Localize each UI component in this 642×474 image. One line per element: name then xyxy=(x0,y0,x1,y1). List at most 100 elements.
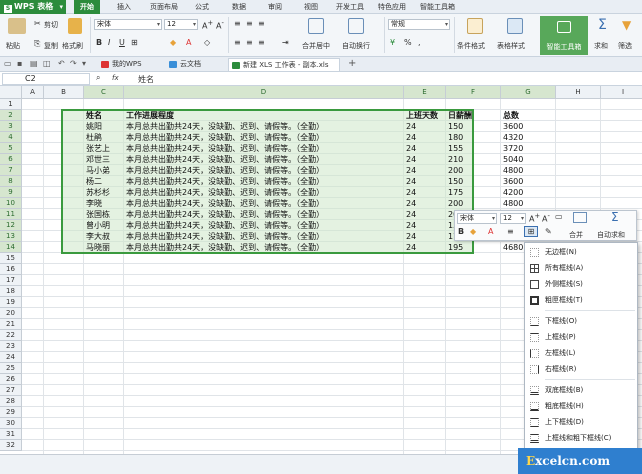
font-name-select[interactable]: 宋体 ▾ xyxy=(94,19,162,30)
row-header-6[interactable]: 6 xyxy=(0,154,22,165)
row-header-7[interactable]: 7 xyxy=(0,165,22,176)
row-header-11[interactable]: 11 xyxy=(0,209,22,220)
table-cell[interactable]: 曾小明 xyxy=(84,220,123,231)
table-cell[interactable]: 4320 xyxy=(501,132,555,143)
table-cell[interactable]: 200 xyxy=(446,198,500,209)
mini-font-color-icon[interactable]: A xyxy=(488,227,493,236)
format-painter-icon[interactable] xyxy=(68,18,82,34)
menu-item-thick-bottom-border[interactable]: 粗底框线(H) xyxy=(525,398,637,415)
table-cell[interactable]: 150 xyxy=(446,176,500,187)
wrap-text-icon[interactable] xyxy=(348,18,364,34)
table-cell[interactable]: 150 xyxy=(446,121,500,132)
table-cell[interactable]: 24 xyxy=(404,154,445,165)
mini-font-name-select[interactable]: 宋体 ▾ xyxy=(457,213,497,224)
percent-icon[interactable]: % xyxy=(404,38,412,47)
shrink-font-icon[interactable]: A- xyxy=(216,19,224,31)
row-header-21[interactable]: 21 xyxy=(0,319,22,330)
app-menu-button[interactable]: S WPS 表格 ▾ xyxy=(0,0,66,14)
row-header-18[interactable]: 18 xyxy=(0,286,22,297)
table-cell[interactable]: 3720 xyxy=(501,143,555,154)
table-cell[interactable]: 本月总共出勤共24天，没缺勤、迟到、请假等。（全勤） xyxy=(124,176,403,187)
mini-grow-font-icon[interactable]: A+ xyxy=(529,212,540,224)
smart-toolbox-button[interactable]: 智能工具箱 xyxy=(540,16,588,55)
preview-icon[interactable]: ◫ xyxy=(43,59,51,68)
menu-tab-smart-toolbox[interactable]: 智能工具箱 xyxy=(420,0,455,14)
row-header-27[interactable]: 27 xyxy=(0,385,22,396)
menu-item-top-thick-bottom-border[interactable]: 上框线和粗下框线(C) xyxy=(525,430,637,447)
row-header-5[interactable]: 5 xyxy=(0,143,22,154)
row-header-29[interactable]: 29 xyxy=(0,407,22,418)
menu-item-all-borders[interactable]: 所有框线(A) xyxy=(525,260,637,277)
sum-button[interactable]: 求和 xyxy=(594,41,608,51)
column-header-c[interactable]: C xyxy=(84,86,124,99)
menu-tab-data[interactable]: 数据 xyxy=(232,0,246,14)
redo-icon[interactable]: ↷ xyxy=(70,59,77,68)
row-header-28[interactable]: 28 xyxy=(0,396,22,407)
table-cell[interactable]: 24 xyxy=(404,165,445,176)
table-cell[interactable]: 马晓丽 xyxy=(84,242,123,253)
row-header-1[interactable]: 1 xyxy=(0,99,22,110)
paste-icon[interactable] xyxy=(8,18,26,34)
table-cell[interactable]: 24 xyxy=(404,121,445,132)
table-cell[interactable]: 本月总共出勤共24天，没缺勤、迟到、请假等。（全勤） xyxy=(124,154,403,165)
menu-item-top-border[interactable]: 上框线(P) xyxy=(525,329,637,346)
align-right-icon[interactable]: ≡ xyxy=(258,38,265,47)
customize-chevron-icon[interactable]: ▾ xyxy=(82,59,86,68)
column-header-g[interactable]: G xyxy=(501,86,556,99)
row-header-10[interactable]: 10 xyxy=(0,198,22,209)
menu-item-top-bottom-border[interactable]: 上下框线(D) xyxy=(525,414,637,431)
folder-icon[interactable]: ▭ xyxy=(4,59,12,68)
row-header-23[interactable]: 23 xyxy=(0,341,22,352)
menu-item-bottom-border[interactable]: 下框线(O) xyxy=(525,313,637,330)
table-cell[interactable]: 24 xyxy=(404,187,445,198)
number-format-select[interactable]: 常规 ▾ xyxy=(388,19,450,30)
menu-tab-view[interactable]: 视图 xyxy=(304,0,318,14)
align-center-icon[interactable]: ≡ xyxy=(246,38,253,47)
table-cell[interactable]: 本月总共出勤共24天，没缺勤、迟到、请假等。（全勤） xyxy=(124,242,403,253)
table-style-button[interactable]: 表格样式 xyxy=(497,41,525,51)
table-cell[interactable]: 24 xyxy=(404,231,445,242)
table-cell[interactable]: 4200 xyxy=(501,187,555,198)
table-cell[interactable]: 姚阳 xyxy=(84,121,123,132)
table-header-cell[interactable]: 日薪酬 xyxy=(446,110,500,121)
table-cell[interactable]: 杜鹃 xyxy=(84,132,123,143)
row-header-8[interactable]: 8 xyxy=(0,176,22,187)
table-cell[interactable]: 195 xyxy=(446,242,500,253)
table-cell[interactable]: 24 xyxy=(404,209,445,220)
table-cell[interactable]: 杨二 xyxy=(84,176,123,187)
column-header-f[interactable]: F xyxy=(446,86,501,99)
row-header-13[interactable]: 13 xyxy=(0,231,22,242)
italic-icon[interactable]: I xyxy=(108,38,110,47)
table-cell[interactable]: 本月总共出勤共24天，没缺勤、迟到、请假等。（全勤） xyxy=(124,198,403,209)
name-box[interactable]: C2 xyxy=(2,73,90,85)
mini-font-size-select[interactable]: 12 ▾ xyxy=(500,213,526,224)
table-cell[interactable]: 本月总共出勤共24天，没缺勤、迟到、请假等。（全勤） xyxy=(124,209,403,220)
sum-icon[interactable]: Σ xyxy=(598,17,607,33)
wrap-text-button[interactable]: 自动换行 xyxy=(342,41,370,51)
menu-tab-special-apps[interactable]: 特色应用 xyxy=(378,0,406,14)
table-cell[interactable]: 155 xyxy=(446,143,500,154)
table-cell[interactable]: 张国栋 xyxy=(84,209,123,220)
table-cell[interactable]: 4800 xyxy=(501,165,555,176)
table-header-cell[interactable]: 姓名 xyxy=(84,110,123,121)
table-cell[interactable]: 4800 xyxy=(501,198,555,209)
table-style-icon[interactable] xyxy=(507,18,523,34)
underline-icon[interactable]: U xyxy=(119,38,125,47)
print-icon[interactable]: ▤ xyxy=(30,59,38,68)
row-header-25[interactable]: 25 xyxy=(0,363,22,374)
grow-font-icon[interactable]: A+ xyxy=(202,19,213,31)
cut-button[interactable]: 剪切 xyxy=(44,20,58,30)
row-header-32[interactable]: 32 xyxy=(0,440,22,451)
conditional-format-button[interactable]: 条件格式 xyxy=(457,41,485,51)
mini-shrink-font-icon[interactable]: A- xyxy=(542,212,550,224)
conditional-format-icon[interactable] xyxy=(467,18,483,34)
tab-cloud-doc[interactable]: 云文档 xyxy=(166,58,224,71)
mini-sum-icon[interactable]: Σ xyxy=(611,210,619,224)
row-header-22[interactable]: 22 xyxy=(0,330,22,341)
table-cell[interactable]: 邓世三 xyxy=(84,154,123,165)
zoom-icon[interactable]: ⌕ xyxy=(96,73,100,83)
table-cell[interactable]: 本月总共出勤共24天，没缺勤、迟到、请假等。（全勤） xyxy=(124,132,403,143)
copy-button[interactable]: 复制 xyxy=(44,41,58,51)
column-header-i[interactable]: I xyxy=(601,86,642,99)
currency-icon[interactable]: ¥ xyxy=(390,38,395,47)
